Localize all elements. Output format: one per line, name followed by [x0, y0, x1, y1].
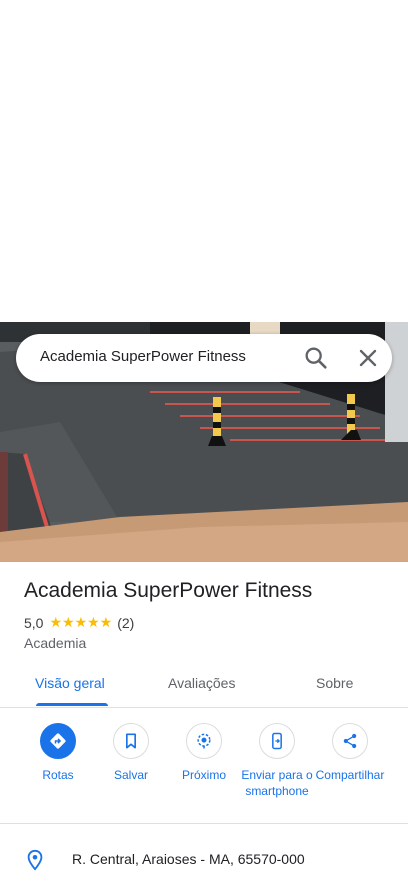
rating-value: 5,0: [24, 614, 44, 631]
search-icon[interactable]: [302, 344, 330, 372]
address-text: R. Central, Araioses - MA, 65570-000: [72, 851, 305, 867]
rating-row[interactable]: 5,0 ★★★★★ (2): [24, 614, 134, 631]
map-area-blank: [0, 0, 408, 322]
tab-about[interactable]: Sobre: [316, 675, 353, 691]
tab-reviews[interactable]: Avaliações: [168, 675, 235, 691]
location-pin-icon: [24, 849, 46, 876]
search-bar[interactable]: Academia SuperPower Fitness: [16, 334, 392, 382]
send-to-phone-button[interactable]: Enviar para o smartphone: [241, 723, 313, 799]
share-label: Compartilhar: [315, 768, 385, 782]
tab-bar: Visão geral Avaliações Sobre: [0, 664, 408, 708]
share-button[interactable]: Compartilhar: [314, 723, 386, 783]
directions-label: Rotas: [42, 768, 74, 782]
directions-icon: [40, 723, 76, 759]
nearby-button[interactable]: Próximo: [168, 723, 240, 783]
send-to-phone-icon: [259, 723, 295, 759]
close-icon[interactable]: [354, 344, 382, 372]
tab-overview[interactable]: Visão geral: [35, 675, 105, 691]
section-divider: [0, 823, 408, 824]
save-button[interactable]: Salvar: [95, 723, 167, 783]
share-icon: [332, 723, 368, 759]
bookmark-icon: [113, 723, 149, 759]
save-label: Salvar: [113, 768, 148, 782]
place-title: Academia SuperPower Fitness: [24, 579, 313, 602]
nearby-label: Próximo: [181, 768, 226, 782]
directions-button[interactable]: Rotas: [22, 723, 94, 783]
active-tab-indicator: [36, 703, 108, 706]
search-query[interactable]: Academia SuperPower Fitness: [40, 348, 246, 365]
place-category[interactable]: Academia: [24, 635, 86, 651]
nearby-icon: [186, 723, 222, 759]
send-to-phone-label: Enviar para o smartphone: [241, 768, 313, 798]
address-row[interactable]: R. Central, Araioses - MA, 65570-000: [0, 840, 408, 880]
rating-stars: ★★★★★: [49, 614, 113, 630]
review-count[interactable]: (2): [117, 615, 134, 631]
